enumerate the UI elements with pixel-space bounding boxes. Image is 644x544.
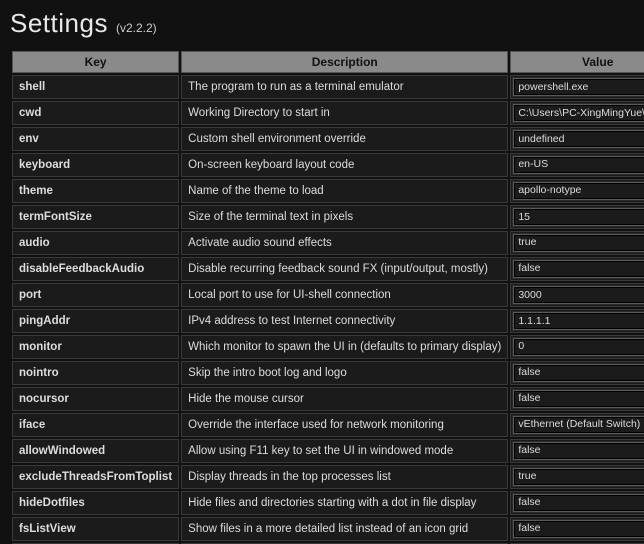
setting-description: Hide the mouse cursor	[181, 387, 508, 411]
setting-value-cell: false	[510, 361, 644, 385]
table-header-row: Key Description Value	[12, 51, 644, 73]
setting-value-cell: C:\Users\PC-XingMingYue\AppDa	[510, 101, 644, 125]
setting-value-cell: vEthernet (Default Switch)	[510, 413, 644, 437]
table-row: envCustom shell environment override unde…	[12, 127, 644, 151]
setting-value-cell: 3000	[510, 283, 644, 307]
setting-key: env	[12, 127, 179, 151]
setting-select-nointro[interactable]: false	[513, 364, 644, 382]
setting-key: allowWindowed	[12, 439, 179, 463]
setting-key: audio	[12, 231, 179, 255]
setting-description: Skip the intro boot log and logo	[181, 361, 508, 385]
setting-value-cell: false	[510, 491, 644, 515]
page-title: Settings	[10, 8, 108, 39]
table-row: ifaceOverride the interface used for net…	[12, 413, 644, 437]
setting-input-termFontSize[interactable]: 15	[513, 208, 644, 226]
header: Settings (v2.2.2)	[10, 8, 634, 39]
setting-value-cell: 15	[510, 205, 644, 229]
setting-key: theme	[12, 179, 179, 203]
col-key: Key	[12, 51, 179, 73]
version-label: (v2.2.2)	[116, 21, 157, 35]
setting-select-excludeThreadsFromToplist[interactable]: true	[513, 468, 644, 486]
setting-key: nocursor	[12, 387, 179, 411]
setting-description: Hide files and directories starting with…	[181, 491, 508, 515]
setting-value-cell: undefined	[510, 127, 644, 151]
setting-select-iface[interactable]: vEthernet (Default Switch)	[513, 416, 644, 434]
setting-description: IPv4 address to test Internet connectivi…	[181, 309, 508, 333]
setting-value-cell: powershell.exe	[510, 75, 644, 99]
setting-value-cell: true	[510, 465, 644, 489]
setting-key: iface	[12, 413, 179, 437]
table-row: cwdWorking Directory to start in C:\Users…	[12, 101, 644, 125]
setting-value-cell: 1.1.1.1	[510, 309, 644, 333]
setting-value-cell: false	[510, 257, 644, 281]
setting-description: Disable recurring feedback sound FX (inp…	[181, 257, 508, 281]
table-row: pingAddrIPv4 address to test Internet co…	[12, 309, 644, 333]
table-row: disableFeedbackAudioDisable recurring fe…	[12, 257, 644, 281]
setting-description: The program to run as a terminal emulato…	[181, 75, 508, 99]
setting-description: On-screen keyboard layout code	[181, 153, 508, 177]
setting-key: pingAddr	[12, 309, 179, 333]
table-row: nointroSkip the intro boot log and logo f…	[12, 361, 644, 385]
setting-key: shell	[12, 75, 179, 99]
setting-description: Working Directory to start in	[181, 101, 508, 125]
table-row: audioActivate audio sound effects true	[12, 231, 644, 255]
col-value: Value	[510, 51, 644, 73]
table-row: keyboardOn-screen keyboard layout code en…	[12, 153, 644, 177]
setting-input-pingAddr[interactable]: 1.1.1.1	[513, 312, 644, 330]
setting-description: Allow using F11 key to set the UI in win…	[181, 439, 508, 463]
setting-key: termFontSize	[12, 205, 179, 229]
setting-select-monitor[interactable]: 0	[513, 338, 644, 356]
setting-key: disableFeedbackAudio	[12, 257, 179, 281]
settings-table: Key Description Value shellThe program t…	[10, 49, 644, 544]
setting-select-theme[interactable]: apollo-notype	[513, 182, 644, 200]
setting-key: keyboard	[12, 153, 179, 177]
table-row: nocursorHide the mouse cursor false	[12, 387, 644, 411]
setting-key: hideDotfiles	[12, 491, 179, 515]
setting-input-port[interactable]: 3000	[513, 286, 644, 304]
setting-select-disableFeedbackAudio[interactable]: false	[513, 260, 644, 278]
setting-description: Show files in a more detailed list inste…	[181, 517, 508, 541]
setting-select-fsListView[interactable]: false	[513, 520, 644, 538]
setting-description: Size of the terminal text in pixels	[181, 205, 508, 229]
table-row: monitorWhich monitor to spawn the UI in …	[12, 335, 644, 359]
setting-key: fsListView	[12, 517, 179, 541]
setting-value-cell: true	[510, 231, 644, 255]
setting-select-audio[interactable]: true	[513, 234, 644, 252]
setting-value-cell: false	[510, 517, 644, 541]
setting-input-shell[interactable]: powershell.exe	[513, 78, 644, 96]
setting-value-cell: apollo-notype	[510, 179, 644, 203]
setting-input-cwd[interactable]: C:\Users\PC-XingMingYue\AppDa	[513, 104, 644, 122]
setting-description: Local port to use for UI-shell connectio…	[181, 283, 508, 307]
setting-input-env[interactable]: undefined	[513, 130, 644, 148]
setting-key: excludeThreadsFromToplist	[12, 465, 179, 489]
setting-description: Which monitor to spawn the UI in (defaul…	[181, 335, 508, 359]
table-row: hideDotfilesHide files and directories s…	[12, 491, 644, 515]
setting-key: port	[12, 283, 179, 307]
table-row: excludeThreadsFromToplistDisplay threads…	[12, 465, 644, 489]
setting-key: nointro	[12, 361, 179, 385]
setting-select-keyboard[interactable]: en-US	[513, 156, 644, 174]
table-row: shellThe program to run as a terminal em…	[12, 75, 644, 99]
col-description: Description	[181, 51, 508, 73]
setting-select-nocursor[interactable]: false	[513, 390, 644, 408]
setting-description: Activate audio sound effects	[181, 231, 508, 255]
setting-value-cell: en-US	[510, 153, 644, 177]
table-row: fsListViewShow files in a more detailed …	[12, 517, 644, 541]
setting-key: cwd	[12, 101, 179, 125]
setting-description: Override the interface used for network …	[181, 413, 508, 437]
setting-description: Custom shell environment override	[181, 127, 508, 151]
table-row: termFontSizeSize of the terminal text in…	[12, 205, 644, 229]
setting-select-hideDotfiles[interactable]: false	[513, 494, 644, 512]
table-row: portLocal port to use for UI-shell conne…	[12, 283, 644, 307]
setting-key: monitor	[12, 335, 179, 359]
table-row: allowWindowedAllow using F11 key to set …	[12, 439, 644, 463]
setting-value-cell: 0	[510, 335, 644, 359]
setting-description: Display threads in the top processes lis…	[181, 465, 508, 489]
setting-description: Name of the theme to load	[181, 179, 508, 203]
setting-value-cell: false	[510, 439, 644, 463]
setting-value-cell: false	[510, 387, 644, 411]
setting-select-allowWindowed[interactable]: false	[513, 442, 644, 460]
table-row: themeName of the theme to load apollo-not…	[12, 179, 644, 203]
